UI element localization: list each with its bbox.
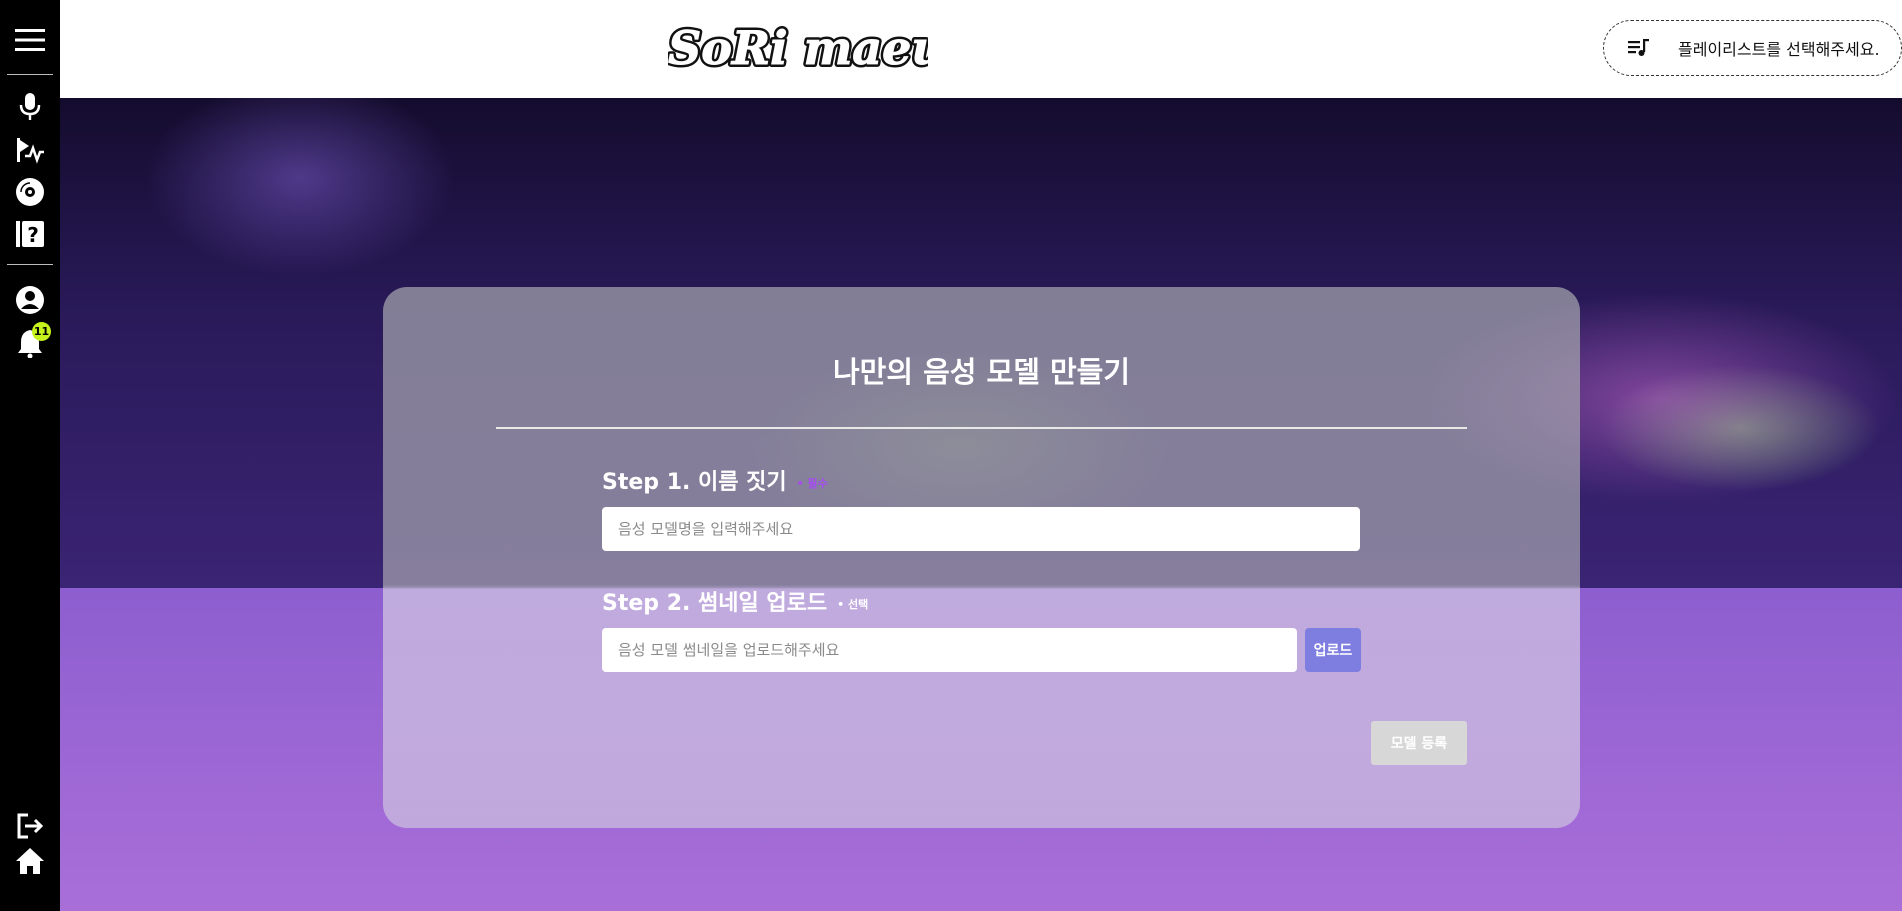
music-wave-icon[interactable] <box>0 132 60 168</box>
page-title: 나만의 음성 모델 만들기 <box>832 355 1131 389</box>
model-name-input[interactable] <box>602 507 1360 551</box>
logout-icon[interactable] <box>0 808 60 844</box>
register-model-button[interactable]: 모델 등록 <box>1371 721 1467 765</box>
svg-text:SoRi maeul: SoRi maeul <box>668 21 928 75</box>
upload-button[interactable]: 업로드 <box>1305 628 1361 672</box>
step2-heading: Step 2. 썸네일 업로드 • 선택 <box>602 585 868 617</box>
disc-icon[interactable] <box>0 174 60 210</box>
hamburger-menu-icon[interactable] <box>0 22 60 58</box>
notification-badge: 11 <box>32 322 51 341</box>
microphone-icon[interactable] <box>0 89 60 125</box>
optional-note: • 선택 <box>837 598 869 611</box>
create-voice-model-card: 나만의 음성 모델 만들기 Step 1. 이름 짓기 • 필수 Step 2. … <box>383 287 1580 828</box>
playlist-selector[interactable]: 플레이리스트를 선택해주세요. <box>1603 20 1902 76</box>
sidebar: ? 11 <box>0 0 60 911</box>
step1-heading: Step 1. 이름 짓기 • 필수 <box>602 464 828 496</box>
logo[interactable]: SoRi maeul SoRi maeul <box>665 18 965 78</box>
top-header: SoRi maeul SoRi maeul 플레이리스트를 선택해주세요. <box>60 0 1902 98</box>
step1-label: Step 1. 이름 짓기 <box>602 470 787 495</box>
svg-text:?: ? <box>27 223 39 247</box>
bell-icon[interactable] <box>0 325 60 361</box>
thumbnail-input[interactable] <box>602 628 1297 672</box>
sidebar-divider <box>7 264 53 265</box>
playlist-icon <box>1628 39 1649 56</box>
title-divider <box>496 427 1467 429</box>
sidebar-divider <box>7 74 53 75</box>
required-note: • 필수 <box>796 477 828 490</box>
step2-label: Step 2. 썸네일 업로드 <box>602 591 828 616</box>
user-icon[interactable] <box>0 282 60 318</box>
help-book-icon[interactable]: ? <box>0 216 60 252</box>
home-icon[interactable] <box>0 843 60 879</box>
playlist-placeholder-text: 플레이리스트를 선택해주세요. <box>1678 40 1880 59</box>
